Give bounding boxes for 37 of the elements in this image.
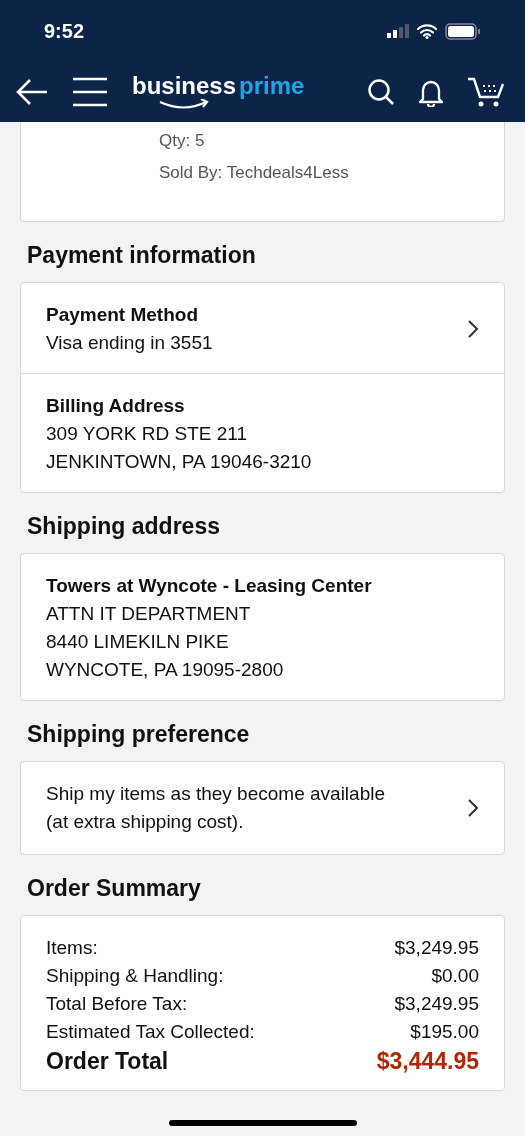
shipping-preference-text: Ship my items as they become available (at extra shipping cost).: [46, 782, 386, 834]
section-title: Order Summary: [26, 874, 202, 903]
item-detail: Sold By: Techdeals4Less: [159, 161, 350, 184]
summary-label: Total Before Tax:: [46, 992, 188, 1016]
chevron-right-icon: [467, 798, 479, 818]
summary-value: $3,249.95: [394, 992, 479, 1016]
summary-value: $3,444.95: [376, 1047, 479, 1076]
row-heading: Billing Address: [46, 394, 186, 418]
battery-icon: [445, 22, 481, 40]
section-title: Payment information: [26, 241, 257, 270]
search-button[interactable]: [367, 78, 395, 106]
cart-button[interactable]: [467, 76, 505, 108]
address-line: ATTN IT DEPARTMENT: [46, 602, 252, 626]
row-text: JENKINTOWN, PA 19046-3210: [46, 450, 313, 474]
row-heading: Payment Method: [46, 303, 200, 327]
row-text: 309 YORK RD STE 211: [46, 422, 248, 446]
section-title: Shipping preference: [26, 720, 251, 749]
shipping-preference-card[interactable]: Ship my items as they become available (at extra shipping cost).: [20, 761, 505, 855]
summary-value: $195.00: [410, 1020, 479, 1044]
summary-label: Items:: [46, 936, 98, 960]
item-detail: Qty: 5: [159, 130, 206, 152]
address-line: WYNCOTE, PA 19095-2800: [46, 658, 285, 682]
summary-label: Order Total: [46, 1047, 169, 1076]
summary-label: Shipping & Handling:: [46, 964, 224, 988]
address-heading: Towers at Wyncote - Leasing Center: [46, 574, 373, 598]
payment-row[interactable]: Payment Method Visa ending in 3551: [21, 283, 504, 373]
summary-value: $0.00: [431, 964, 479, 988]
address-line: 8440 LIMEKILN PIKE: [46, 630, 230, 654]
signal-icon: [387, 24, 409, 38]
logo-text: business: [132, 73, 237, 98]
row-text: Visa ending in 3551: [46, 331, 214, 355]
status-time: 9:52: [44, 19, 85, 44]
logo-text: prime: [239, 73, 305, 98]
summary-label: Estimated Tax Collected:: [46, 1020, 255, 1044]
section-title: Shipping address: [26, 512, 221, 541]
summary-value: $3,249.95: [394, 936, 479, 960]
wifi-icon: [417, 23, 437, 39]
